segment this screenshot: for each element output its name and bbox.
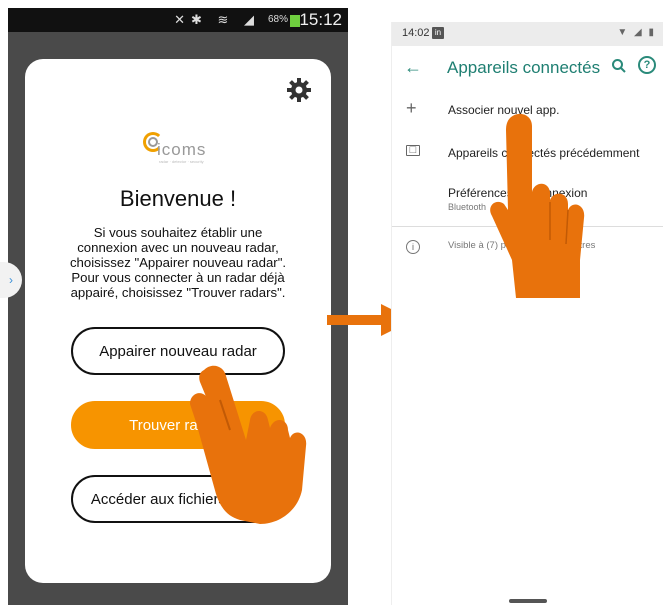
plus-icon: +: [406, 98, 417, 118]
search-icon[interactable]: [611, 58, 627, 74]
instruction-line: choisissez "Appairer nouveau radar".: [69, 255, 287, 270]
battery-percent: 68%: [267, 14, 288, 25]
info-icon: i: [406, 240, 420, 254]
gesture-nav-bar[interactable]: [509, 599, 547, 603]
right-status-bar: 14:02 in ▼ ◢ ▮: [392, 22, 663, 46]
app-bar: ← Appareils connectés ?: [392, 46, 663, 90]
instruction-line: connexion avec un nouveau radar,: [77, 240, 279, 255]
instruction-line: Si vous souhaitez établir une: [93, 225, 263, 240]
help-icon[interactable]: ?: [638, 56, 656, 74]
side-drawer-handle[interactable]: ›: [0, 262, 22, 298]
icoms-logo: icoms radar · detector · security: [143, 132, 223, 164]
status-time: 14:02: [402, 27, 430, 39]
status-clock: 15:12: [299, 10, 342, 29]
status-icons: ✕✱ ≋ ◢: [174, 12, 260, 27]
back-arrow-icon[interactable]: ←: [404, 57, 422, 78]
instruction-line: Pour vous connecter à un radar déjà: [71, 270, 285, 285]
welcome-instructions: Si vous souhaitez établir une connexion …: [39, 225, 317, 300]
devices-icon: □: [406, 145, 420, 156]
pointer-hand-icon: [490, 113, 585, 299]
instruction-line: appairé, choisissez "Trouver radars".: [70, 285, 286, 300]
gear-icon[interactable]: [286, 77, 312, 103]
left-status-bar: ✕✱ ≋ ◢ 68% 15:12: [8, 8, 348, 32]
welcome-title: Bienvenue !: [119, 186, 237, 211]
logo-tagline: radar · detector · security: [159, 159, 204, 164]
status-icons: ▼ ◢ ▮: [617, 27, 656, 38]
page-title: Appareils connectés: [447, 58, 601, 77]
linkedin-notification-icon: in: [432, 27, 444, 39]
pointer-hand-icon: [190, 365, 307, 524]
logo-wordmark: icoms: [157, 140, 207, 159]
